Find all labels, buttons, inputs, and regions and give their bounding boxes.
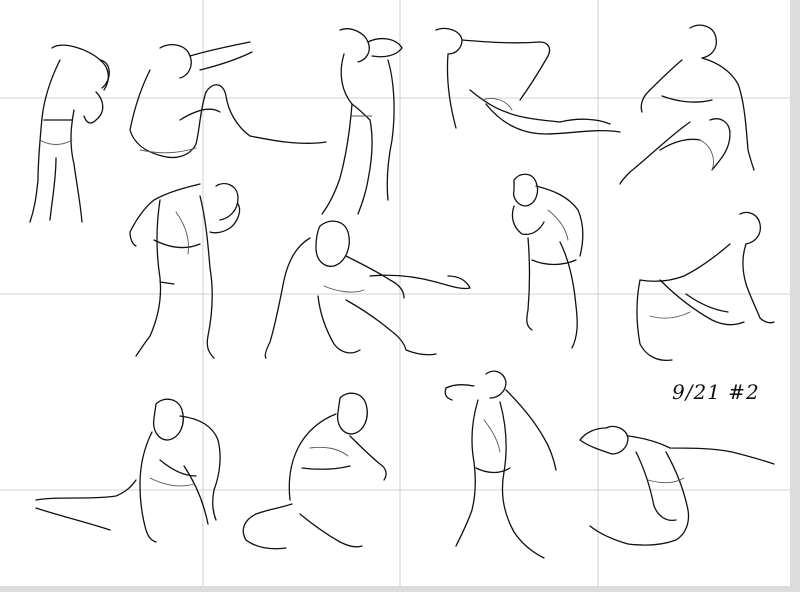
date-annotation: 9/21 #2 — [672, 380, 760, 404]
figure-crouching-front — [35, 398, 221, 543]
figure-standing-hand-face — [511, 173, 584, 349]
figure-standing-arm-raised — [444, 370, 557, 559]
figure-seated-arms-out — [579, 425, 775, 546]
figure-bending-back — [129, 183, 241, 359]
canvas-grid — [0, 0, 790, 586]
sketch-sheet — [0, 0, 790, 586]
figure-kneeling-reach — [242, 392, 387, 550]
figure-kneeling-1 — [619, 24, 755, 185]
figure-standing-twist — [321, 28, 403, 215]
figure-reclining-1 — [129, 41, 327, 159]
figure-crawling — [264, 220, 471, 359]
drawing-canvas[interactable]: 9/21 #2 — [0, 0, 800, 592]
figure-standing-back-1 — [29, 44, 110, 223]
figure-reclining-2 — [435, 27, 621, 135]
figure-seated-lean-back — [636, 211, 775, 362]
